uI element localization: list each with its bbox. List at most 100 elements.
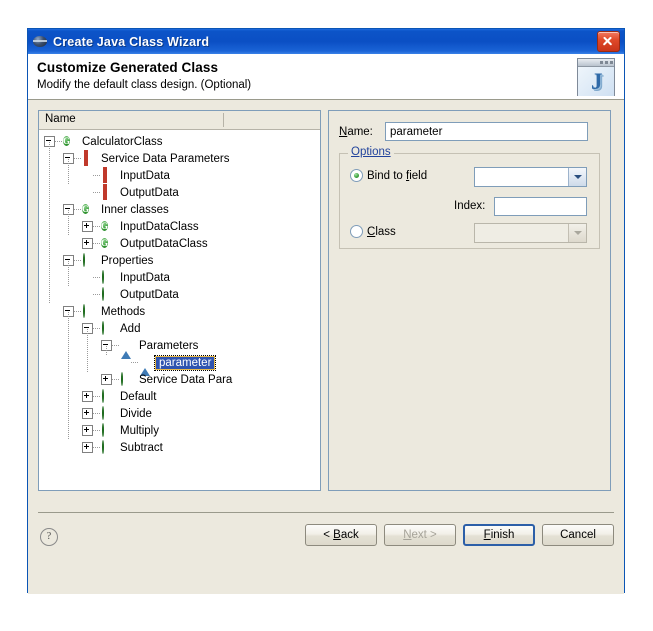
tree-row[interactable]: Divide (82, 405, 154, 422)
tree-node-label: Service Data Para (139, 373, 233, 386)
class-label: Class (367, 225, 396, 238)
tree-guide-line (87, 329, 88, 372)
index-label: Index: (454, 200, 486, 212)
tree-guide-line (68, 210, 69, 236)
blue-triangle-icon (120, 339, 133, 359)
back-button[interactable]: < Back (305, 524, 377, 546)
bind-to-field-radio[interactable] (350, 169, 363, 182)
tree-row[interactable]: G CalculatorClass (44, 133, 165, 150)
button-label: Next > (403, 529, 437, 541)
name-input[interactable] (385, 122, 588, 141)
tree-row[interactable]: InputData (82, 269, 172, 286)
blue-triangle-icon (139, 356, 152, 376)
tree-connector (93, 175, 100, 176)
bind-to-field-combo[interactable] (474, 167, 587, 187)
button-label: Cancel (560, 529, 596, 541)
green-dot-icon (101, 270, 114, 284)
wizard-dialog: Create Java Class Wizard Customize Gener… (27, 28, 625, 594)
page-subtitle: Modify the default class design. (Option… (37, 79, 252, 91)
chevron-down-icon-disabled (568, 224, 586, 242)
tree-row[interactable]: Methods (63, 303, 147, 320)
tree-connector (74, 260, 81, 261)
desktop-background: Create Java Class Wizard Customize Gener… (0, 0, 653, 631)
wizard-header: Customize Generated Class Modify the def… (28, 54, 624, 100)
tree-row[interactable]: G InputDataClass (82, 218, 201, 235)
green-dot-icon (101, 389, 114, 403)
tree-body[interactable]: G CalculatorClass Service Data Parameters I… (39, 130, 320, 490)
class-radio[interactable] (350, 225, 363, 238)
tree-node-label: Service Data Parameters (101, 152, 230, 165)
help-icon[interactable]: ? (40, 528, 58, 546)
tree-row[interactable]: Subtract (82, 439, 165, 456)
tree-connector (93, 294, 100, 295)
tree-connector (93, 226, 100, 227)
tree-row[interactable]: OutputData (82, 286, 181, 303)
tree-row[interactable]: Multiply (82, 422, 161, 439)
title-bar: Create Java Class Wizard (28, 29, 624, 54)
tree-expand-toggle[interactable] (82, 442, 93, 453)
tree-node-label: Properties (101, 254, 154, 267)
cancel-button[interactable]: Cancel (542, 524, 614, 546)
eclipse-sphere-icon (33, 34, 48, 49)
next-button: Next > (384, 524, 456, 546)
footer-separator (38, 512, 614, 513)
tree-node-label: InputData (120, 169, 170, 182)
tree-expand-toggle[interactable] (82, 408, 93, 419)
tree-row[interactable]: G Inner classes (63, 201, 171, 218)
tree-node-label: Divide (120, 407, 152, 420)
name-label-rest: ame: (347, 125, 373, 138)
tree-expand-toggle[interactable] (82, 425, 93, 436)
tree-node-label: InputData (120, 271, 170, 284)
tree-expand-toggle[interactable] (101, 374, 112, 385)
tree-connector (93, 192, 100, 193)
tree-expand-toggle[interactable] (82, 391, 93, 402)
tree-row[interactable]: G OutputDataClass (82, 235, 210, 252)
tree-row[interactable]: Default (82, 388, 158, 405)
tree-connector (93, 277, 100, 278)
tree-row[interactable]: OutputData (82, 184, 181, 201)
tree-row[interactable]: Service Data Parameters (63, 150, 231, 167)
green-dot-icon (101, 406, 114, 420)
green-dot-icon (120, 372, 133, 386)
tree-row[interactable]: parameter (120, 354, 217, 376)
tree-row[interactable]: InputData (82, 167, 172, 184)
finish-button[interactable]: Finish (463, 524, 535, 546)
tree-connector (93, 243, 100, 244)
tree-node-label: Subtract (120, 441, 163, 454)
button-bar: < Back Next > Finish Cancel (305, 524, 614, 546)
options-legend: Options (348, 146, 394, 158)
class-row[interactable]: Class (350, 225, 396, 238)
green-dot-icon (82, 253, 95, 267)
options-group: Options Bind to field Index: Class (339, 146, 600, 249)
close-icon[interactable] (597, 31, 620, 52)
tree-node-label: OutputData (120, 186, 179, 199)
tree-expand-toggle[interactable] (82, 221, 93, 232)
tree-node-label: CalculatorClass (82, 135, 163, 148)
java-wizard-logo-icon: J (577, 58, 615, 96)
bind-to-field-row[interactable]: Bind to field (350, 169, 427, 182)
tree-connector (93, 430, 100, 431)
tree-guide-line (68, 312, 69, 440)
tree-row[interactable]: Parameters (101, 337, 200, 359)
tree-connector (74, 311, 81, 312)
tree-guide-line (68, 159, 69, 185)
tree-connector (93, 447, 100, 448)
green-circle-g-icon: G (82, 204, 90, 214)
button-label: Finish (483, 529, 515, 541)
chevron-down-icon[interactable] (568, 168, 586, 186)
tree-row[interactable]: Service Data Para (101, 371, 234, 388)
tree-connector (112, 345, 119, 346)
tree-row[interactable]: Add (82, 320, 142, 337)
tree-row[interactable]: Properties (63, 252, 155, 269)
tree-column-header: Name (39, 111, 320, 130)
green-dot-icon (82, 304, 95, 318)
index-input[interactable] (494, 197, 587, 216)
tree-guide-line (106, 346, 107, 355)
tree-node-label: Parameters (139, 339, 199, 352)
tree-node-label: Multiply (120, 424, 159, 437)
red-square-icon (101, 167, 114, 183)
tree-connector (131, 362, 138, 363)
page-title: Customize Generated Class (37, 60, 219, 75)
tree-expand-toggle[interactable] (82, 238, 93, 249)
tree-connector (93, 413, 100, 414)
